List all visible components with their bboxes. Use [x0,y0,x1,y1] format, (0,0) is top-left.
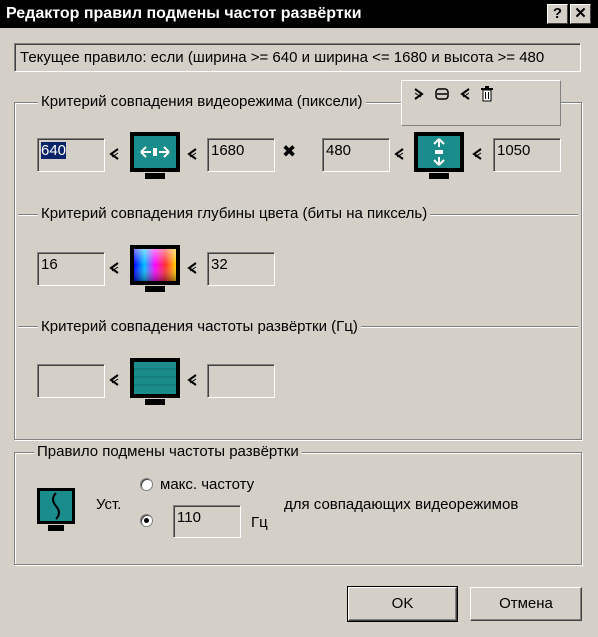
help-button[interactable]: ? [547,4,568,24]
monitor-width-icon [130,132,180,179]
frequency-unit: Гц [251,514,268,531]
refresh-title: Критерий совпадения частоты развёртки (Г… [38,318,361,335]
height-min-input[interactable]: 480 [322,138,390,172]
max-frequency-radio[interactable] [140,478,153,491]
less-equal-icon [472,148,482,160]
width-max-input[interactable]: 1680 [207,138,275,172]
color-depth-min-input[interactable]: 16 [37,252,105,286]
less-than-icon[interactable] [458,87,472,101]
times-icon: ✖ [282,142,297,161]
refresh-min-input[interactable] [37,364,105,398]
title-bar: Редактор правил подмены частот развёртки… [0,0,598,28]
current-rule-field: Текущее правило: если (ширина >= 640 и ш… [14,43,581,72]
less-equal-icon [187,148,197,160]
video-mode-title: Критерий совпадения видеорежима (пиксели… [38,93,366,110]
override-suffix: для совпадающих видеорежимов [284,496,519,513]
width-min-input[interactable]: 640 [37,138,105,172]
monitor-height-icon [414,132,464,179]
color-depth-title: Критерий совпадения глубины цвета (биты … [38,205,431,222]
frequency-input[interactable]: 110 [173,505,241,538]
less-equal-icon [109,374,119,386]
trash-icon[interactable] [480,86,494,102]
less-equal-icon [187,374,197,386]
less-equal-icon [109,262,119,274]
width-min-value: 640 [41,142,67,159]
less-equal-icon [187,262,197,274]
less-equal-icon [109,148,119,160]
toolbar-box [401,80,561,126]
set-label: Уст. [96,496,122,513]
height-max-input[interactable]: 1050 [493,138,561,172]
custom-frequency-radio[interactable] [140,514,153,527]
less-equal-icon [394,148,404,160]
greater-than-icon[interactable] [412,87,426,101]
close-button[interactable]: ✕ [570,4,591,24]
color-depth-max-input[interactable]: 32 [207,252,275,286]
max-frequency-label[interactable]: макс. частоту [160,476,254,493]
radio-selected-dot [144,518,149,523]
refresh-max-input[interactable] [207,364,275,398]
monitor-refresh-icon [130,358,180,405]
monitor-color-icon [130,245,180,292]
window-title: Редактор правил подмены частот развёртки [6,5,362,22]
ok-button[interactable]: OK [347,586,458,622]
equals-icon[interactable] [435,88,449,100]
monitor-override-icon [37,488,75,531]
override-title: Правило подмены частоты развёртки [34,443,302,460]
cancel-button[interactable]: Отмена [470,587,582,621]
